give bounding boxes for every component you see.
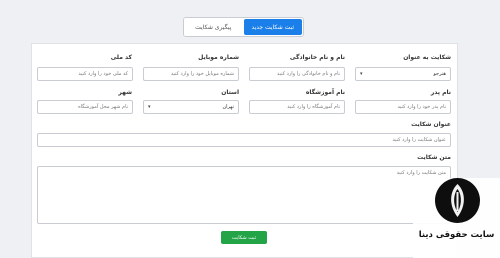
- city-input[interactable]: نام شهر محل آموزشگاه: [37, 100, 133, 114]
- complaint-about-value: هنرجو: [433, 71, 446, 77]
- national-code-label: کد ملی: [110, 54, 132, 61]
- brand-logo: سایت حقوقی دینا: [413, 178, 500, 258]
- province-select[interactable]: ▾ تهران: [143, 100, 239, 114]
- tab-new-complaint[interactable]: ثبت شکایت جدید: [243, 19, 302, 35]
- complaint-about-select[interactable]: ▾ هنرجو: [355, 67, 451, 81]
- brand-name: سایت حقوقی دینا: [418, 230, 495, 240]
- submit-complaint-button[interactable]: ثبت شکایت: [221, 231, 267, 244]
- subject-input[interactable]: عنوان شکایت را وارد کنید: [37, 133, 451, 147]
- mobile-input[interactable]: شماره موبایل خود را وارد کنید: [143, 67, 239, 81]
- father-name-label: نام پدر: [430, 89, 451, 96]
- school-name-label: نام آموزشگاه: [305, 89, 345, 96]
- tab-follow-complaint[interactable]: پیگیری شکایت: [184, 18, 243, 36]
- city-label: شهر: [118, 89, 132, 96]
- complaint-about-label: شکایت به عنوان: [403, 54, 451, 61]
- fullname-input[interactable]: نام و نام خانوادگی را وارد کنید: [249, 67, 345, 81]
- fullname-label: نام و نام خانوادگی: [289, 54, 345, 61]
- complaint-form: شکایت به عنوان نام و نام خانوادگی شماره …: [31, 43, 458, 258]
- mobile-label: شماره موبایل: [198, 54, 239, 61]
- national-code-input[interactable]: کد ملی خود را وارد کنید: [37, 67, 133, 81]
- province-value: تهران: [222, 104, 234, 110]
- subject-label: عنوان شکایت: [411, 121, 451, 128]
- school-name-input[interactable]: نام آموزشگاه را وارد کنید: [249, 100, 345, 114]
- father-name-input[interactable]: نام پدر خود را وارد کنید: [355, 100, 451, 114]
- brand-emblem-icon: [435, 178, 480, 223]
- province-label: استان: [221, 89, 239, 96]
- complaint-tabs: پیگیری شکایت ثبت شکایت جدید: [183, 17, 304, 37]
- body-label: متن شکایت: [417, 154, 451, 161]
- body-textarea[interactable]: متن شکایت را وارد کنید: [37, 166, 451, 224]
- chevron-down-icon: ▾: [148, 104, 151, 110]
- chevron-down-icon: ▾: [360, 71, 363, 77]
